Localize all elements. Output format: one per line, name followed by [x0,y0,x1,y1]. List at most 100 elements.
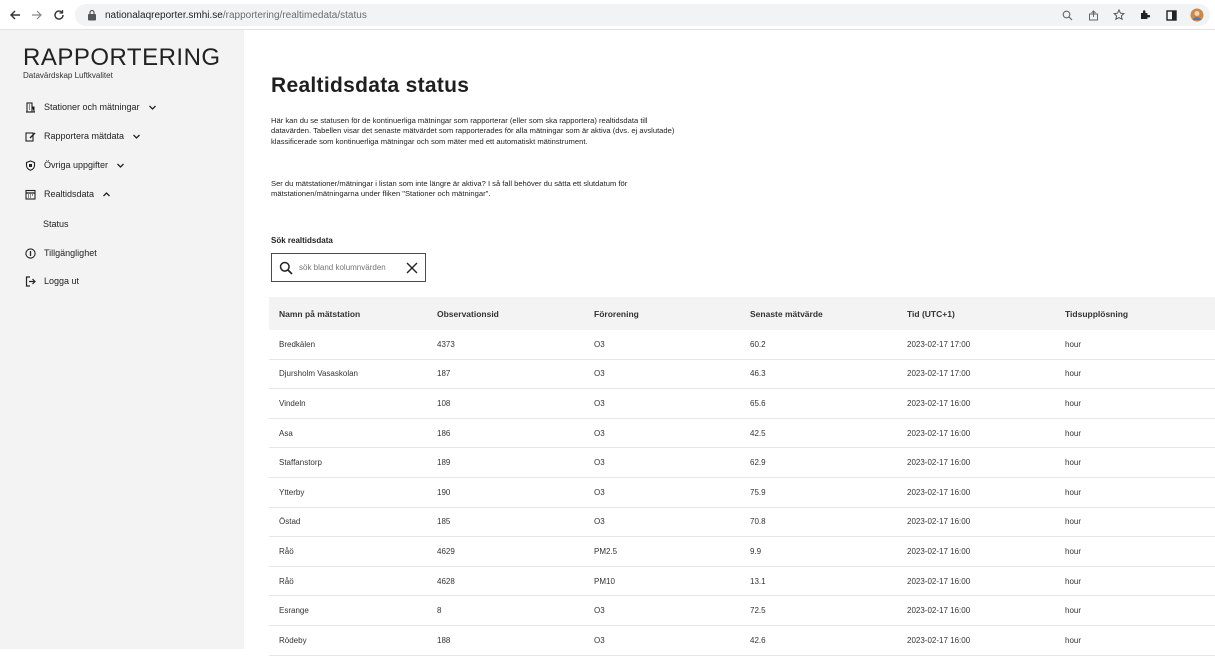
search-box [271,253,426,282]
sidebar-item-ovriga[interactable]: Övriga uppgifter [24,156,125,174]
table-cell: 2023-02-17 16:00 [907,487,971,497]
column-header[interactable]: Tidsupplösning [1055,309,1215,319]
lock-icon [88,9,96,21]
table-cell: 2023-02-17 16:00 [907,606,971,616]
table-cell: hour [1065,428,1082,438]
sidebar-item-tillganglighet[interactable]: Tillgänglighet [24,244,97,262]
table-cell: Råö [279,576,294,586]
column-header[interactable]: Namn på mätstation [269,309,427,319]
sidebar-item-label: Realtidsdata [44,189,95,199]
table-cell: 190 [437,487,451,497]
table-row: Staffanstorp 189 O3 62.9 2023-02-17 16:00 hou… [269,448,1215,478]
share-icon[interactable] [1086,7,1100,23]
table-cell: 42.6 [750,635,766,645]
table-cell: hour [1065,606,1082,616]
table-cell: hour [1065,487,1082,497]
sidebar-subitem-status[interactable]: Status [43,219,69,229]
star-icon[interactable] [1112,7,1126,23]
brand-title: RAPPORTERING [23,44,221,71]
table-cell: 70.8 [750,517,766,527]
url-path: /rapportering/realtimedata/status [222,9,367,21]
main-content: Realtidsdata status Här kan du se status… [244,30,1215,656]
table-cell: 185 [437,517,451,527]
table-cell: 13.1 [750,576,766,586]
edit-icon [24,130,36,142]
clear-icon[interactable] [405,261,419,275]
logout-icon [24,275,36,287]
table-row: Esrange 8 O3 72.5 2023-02-17 16:00 hour [269,596,1215,626]
table-cell: 2023-02-17 17:00 [907,339,971,349]
reload-icon[interactable] [50,6,68,24]
sidebar-item-stationer[interactable]: Stationer och mätningar [24,98,157,116]
search-icon [279,261,293,275]
sidebar-item-realtidsdata[interactable]: Realtidsdata [24,185,111,203]
sidebar: RAPPORTERING Datavärdskap Luftkvalitet S… [0,30,244,649]
table-cell: O3 [594,428,605,438]
extensions-icon[interactable] [1138,7,1152,23]
table-cell: 2023-02-17 16:00 [907,635,971,645]
table-cell: O3 [594,339,605,349]
table-cell: Råö [279,546,294,556]
column-header[interactable]: Tid (UTC+1) [897,309,1055,319]
chevron-up-icon [103,191,111,196]
table-cell: Ytterby [279,487,305,497]
column-header[interactable]: Senaste mätvärde [740,309,897,319]
table-row: Djursholm Vasaskolan 187 O3 46.3 2023-02-17 … [269,360,1215,390]
sidebar-item-logout[interactable]: Logga ut [24,272,79,290]
table-row: Vindeln 108 O3 65.6 2023-02-17 16:00 hour [269,389,1215,419]
column-header[interactable]: Förorening [584,309,740,319]
table-cell: hour [1065,635,1082,645]
table-cell: 2023-02-17 16:00 [907,517,971,527]
table-cell: 2023-02-17 16:00 [907,576,971,586]
inactive-note-paragraph: Ser du mätstationer/mätningar i listan s… [271,179,628,199]
table-cell: Djursholm Vasaskolan [279,369,358,379]
table-cell: O3 [594,398,605,408]
table-cell: Asa [279,428,293,438]
table-cell: 4629 [437,546,455,556]
table-row: Bredkälen 4373 O3 60.2 2023-02-17 17:00 hour [269,330,1215,360]
table-cell: 65.6 [750,398,766,408]
sidebar-item-rapportera[interactable]: Rapportera mätdata [24,127,141,145]
table-cell: 188 [437,635,451,645]
profile-avatar-icon[interactable] [1190,7,1204,23]
calendar-icon [24,188,36,200]
table-cell: 2023-02-17 16:00 [907,398,971,408]
sidebar-item-label: Stationer och mätningar [44,102,140,112]
table-cell: 62.9 [750,458,766,468]
sidepanel-icon[interactable] [1164,7,1178,23]
zoom-icon[interactable] [1060,7,1074,23]
table-row: Rödeby 188 O3 42.6 2023-02-17 16:00 hour [269,626,1215,656]
table-cell: O3 [594,458,605,468]
table-cell: 187 [437,369,451,379]
back-arrow-icon[interactable] [6,6,24,24]
table-cell: 72.5 [750,606,766,616]
table-cell: Östad [279,517,301,527]
shield-icon [24,159,36,171]
page-title: Realtidsdata status [271,74,470,97]
info-icon [24,247,36,259]
column-header[interactable]: Observationsid [427,309,584,319]
table-cell: 2023-02-17 17:00 [907,369,971,379]
table-cell: 2023-02-17 16:00 [907,428,971,438]
sidebar-item-label: Logga ut [44,276,80,286]
table-header: Namn på mätstation Observationsid Förore… [269,297,1215,330]
table-cell: hour [1065,458,1082,468]
address-bar[interactable]: nationalaqreporter.smhi.se/rapportering/… [75,4,1210,26]
table-body: Bredkälen 4373 O3 60.2 2023-02-17 17:00 hour D… [269,330,1215,656]
table-cell: Vindeln [279,398,306,408]
table-cell: hour [1065,398,1082,408]
table-cell: O3 [594,487,605,497]
forward-arrow-icon[interactable] [28,6,46,24]
url-host: nationalaqreporter.smhi.se [105,9,223,21]
table-cell: PM2.5 [594,546,618,556]
table-cell: hour [1065,339,1082,349]
search-input[interactable] [299,263,404,272]
chevron-down-icon [117,163,125,168]
table-cell: 42.5 [750,428,766,438]
table-row: Östad 185 O3 70.8 2023-02-17 16:00 hour [269,508,1215,538]
table-cell: O3 [594,517,605,527]
table-row: Asa 186 O3 42.5 2023-02-17 16:00 hour [269,419,1215,449]
sidebar-item-label: Tillgänglighet [44,248,97,258]
building-icon [24,101,36,113]
table-row: Råö 4628 PM10 13.1 2023-02-17 16:00 hour [269,567,1215,597]
